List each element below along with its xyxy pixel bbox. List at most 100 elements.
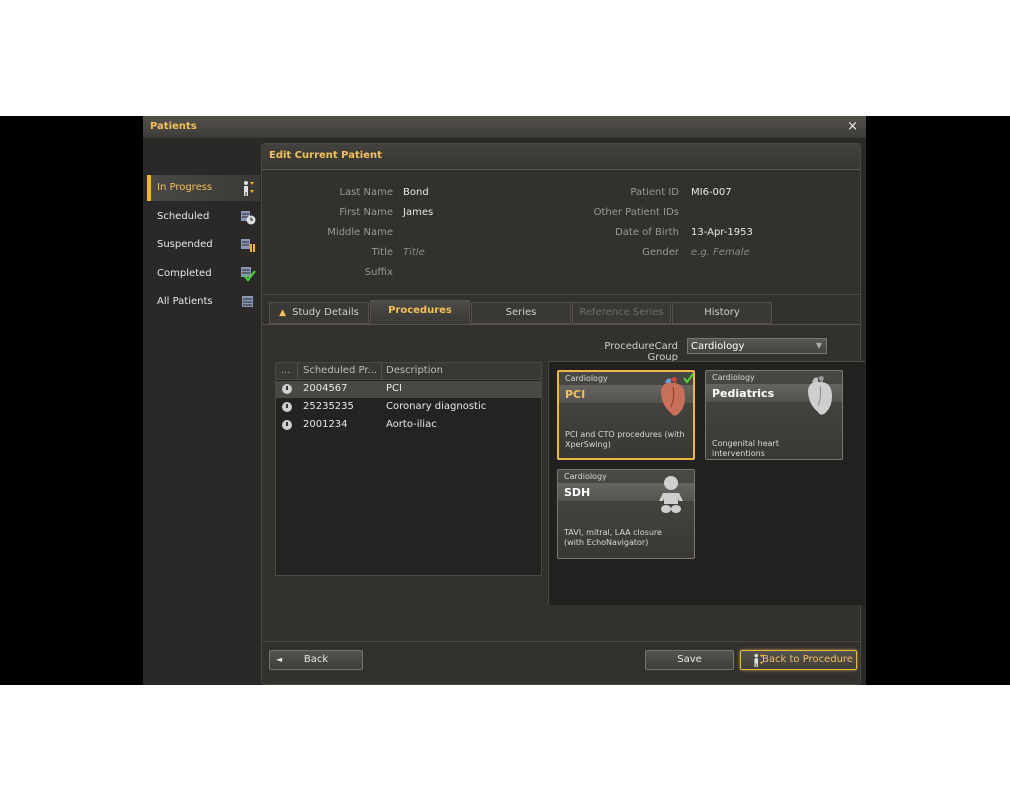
card-description: Congenital heart interventions [712, 439, 779, 458]
back-arrow-icon: ◄ [276, 655, 283, 664]
card-name: SDH [564, 486, 591, 499]
procedure-card-pci[interactable]: Cardiology PCI PCI and CTO procedures (w… [557, 370, 695, 460]
footer-separator [262, 641, 860, 642]
patient-id-field[interactable]: MI6-007 [691, 187, 732, 198]
clock-icon [282, 420, 292, 430]
column-header-scheduled[interactable]: Scheduled Pr... [303, 365, 377, 376]
right-black-band [866, 116, 1010, 685]
patients-window: Patients × In Progress Scheduled Suspend… [143, 116, 866, 685]
card-name: Pediatrics [712, 387, 775, 400]
scheduled-id: 25235235 [303, 401, 354, 412]
warning-icon: ▲ [279, 308, 287, 318]
baby-icon [659, 476, 683, 513]
description: Aorto-iliac [386, 419, 437, 430]
save-button[interactable]: Save [645, 650, 734, 670]
column-header-description[interactable]: Description [386, 365, 443, 376]
completed-check-icon [241, 267, 256, 282]
dob-field[interactable]: 13-Apr-1953 [691, 227, 753, 238]
nav-item-label: Suspended [157, 239, 213, 250]
last-name-label: Last Name [339, 187, 393, 198]
tab-content-border [262, 324, 860, 325]
card-group: Cardiology [564, 472, 607, 481]
gender-label: Gender [642, 247, 679, 258]
chevron-down-icon: ▼ [815, 341, 822, 350]
tab-study-details[interactable]: ▲ Study Details [269, 302, 369, 324]
middle-name-label: Middle Name [327, 227, 393, 238]
button-label: Back to Procedure [762, 654, 853, 665]
close-icon[interactable]: × [847, 119, 858, 134]
card-group: Cardiology [565, 374, 608, 383]
column-divider [381, 363, 382, 379]
left-black-band [0, 116, 143, 685]
button-label: Save [677, 654, 702, 665]
card-description: TAVI, mitral, LAA closure (with EchoNavi… [564, 528, 662, 547]
tab-label: Study Details [292, 307, 359, 318]
selected-value: Cardiology [691, 341, 745, 352]
description: Coronary diagnostic [386, 401, 487, 412]
procedure-card-group-select[interactable]: Cardiology ▼ [687, 338, 827, 354]
table-row[interactable]: 25235235 Coronary diagnostic [276, 399, 541, 416]
card-description: PCI and CTO procedures (with XperSwing) [565, 430, 685, 449]
dob-label: Date of Birth [615, 227, 679, 238]
tab-label: Procedures [388, 305, 452, 316]
scheduled-id: 2001234 [303, 419, 348, 430]
window-titlebar: Patients × [143, 116, 866, 138]
last-name-field[interactable]: Bond [403, 187, 429, 198]
nav-item-in-progress[interactable]: In Progress [147, 175, 260, 201]
tab-procedures[interactable]: Procedures [370, 300, 470, 324]
first-name-label: First Name [339, 207, 393, 218]
procedures-table: ... Scheduled Pr... Description 2004567 … [275, 362, 542, 576]
panel-header: Edit Current Patient [262, 144, 860, 170]
check-icon [683, 372, 693, 384]
procedure-card-sdh[interactable]: Cardiology SDH TAVI, mitral, LAA closure… [557, 469, 695, 559]
nav-item-label: In Progress [157, 182, 213, 193]
procedure-cards-area: Cardiology PCI PCI and CTO procedures (w… [548, 361, 865, 605]
description: PCI [386, 383, 402, 394]
scheduled-id: 2004567 [303, 383, 348, 394]
nav-item-scheduled[interactable]: Scheduled [147, 204, 260, 230]
middle-name-field[interactable] [403, 227, 553, 239]
other-ids-field[interactable] [691, 207, 841, 219]
card-name: PCI [565, 388, 586, 401]
table-row[interactable]: 2004567 PCI [276, 381, 541, 398]
nav-item-label: Completed [157, 268, 212, 279]
edit-patient-panel: Edit Current Patient Last Name Bond Firs… [261, 143, 865, 685]
suffix-field[interactable] [403, 267, 553, 279]
first-name-field[interactable]: James [403, 207, 433, 218]
nav-item-label: Scheduled [157, 211, 210, 222]
heart-icon [808, 376, 832, 415]
in-progress-person-icon [244, 181, 254, 196]
clock-icon [282, 402, 292, 412]
fields-separator [262, 294, 860, 295]
nav-item-suspended[interactable]: Suspended [147, 232, 260, 258]
tab-reference-series: Reference Series [572, 302, 671, 324]
tab-label: Series [505, 307, 537, 318]
tab-series[interactable]: Series [471, 302, 571, 324]
patient-id-label: Patient ID [630, 187, 679, 198]
procedure-card-pediatrics[interactable]: Cardiology Pediatrics Congenital heart i… [705, 370, 843, 460]
table-row[interactable]: 2001234 Aorto-iliac [276, 417, 541, 434]
clock-icon [282, 384, 292, 394]
title-label: Title [371, 247, 393, 258]
column-header-status[interactable]: ... [281, 365, 291, 376]
procedure-card-group-label: ProcedureCard Group [604, 341, 678, 363]
tab-label: Reference Series [579, 307, 664, 318]
back-button[interactable]: ◄ Back [269, 650, 363, 670]
suffix-label: Suffix [364, 267, 393, 278]
tab-label: History [704, 307, 740, 318]
other-ids-label: Other Patient IDs [593, 207, 679, 218]
nav-item-all-patients[interactable]: All Patients [147, 289, 260, 315]
nav-item-completed[interactable]: Completed [147, 261, 260, 287]
panel-title: Edit Current Patient [269, 150, 382, 161]
column-divider [297, 363, 298, 379]
card-group: Cardiology [712, 373, 755, 382]
title-field[interactable]: Title [403, 247, 425, 258]
gender-field[interactable]: e.g. Female [691, 247, 750, 258]
tab-history[interactable]: History [672, 302, 772, 324]
all-patients-list-icon [242, 296, 253, 307]
back-to-procedure-button[interactable]: Back to Procedure [740, 650, 857, 670]
scheduled-clock-icon [241, 211, 256, 225]
button-label: Back [303, 654, 329, 665]
suspended-pause-icon [241, 239, 255, 252]
table-header: ... Scheduled Pr... Description [276, 363, 541, 380]
